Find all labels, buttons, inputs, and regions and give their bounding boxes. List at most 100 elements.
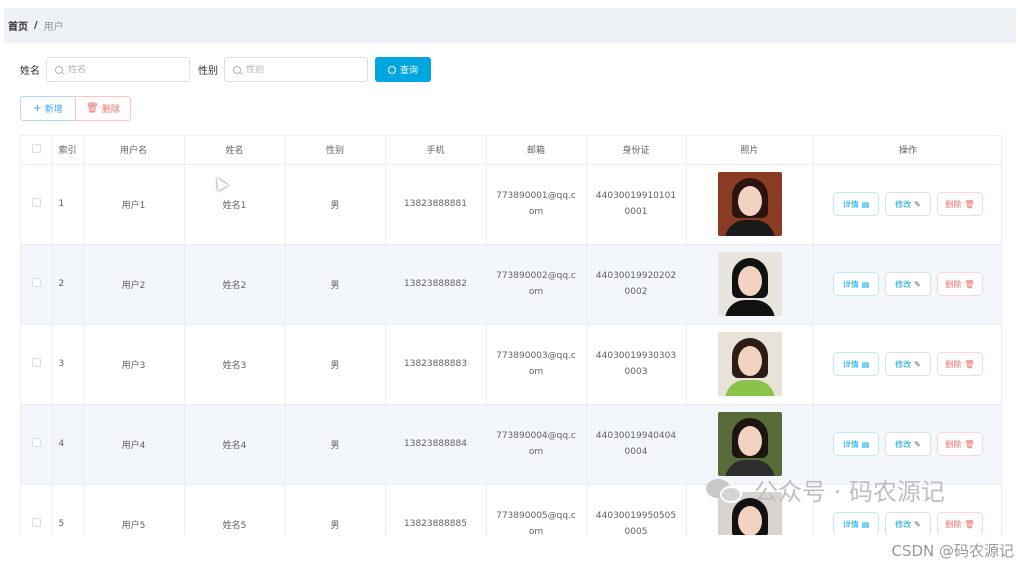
document-icon: ▤ (861, 519, 870, 529)
username-cell: 用户3 (83, 324, 185, 405)
table-row: 3 用户3 姓名3 男 13823888883 773890003@qq.com… (21, 324, 1001, 405)
table-row: 2 用户2 姓名2 男 13823888882 773890002@qq.com… (21, 244, 1001, 325)
query-button[interactable]: 查询 (375, 57, 431, 82)
select-all-cell (21, 136, 53, 165)
edit-label: 修改 (895, 359, 912, 369)
phone-cell: 13823888881 (385, 164, 487, 245)
delete-label: 删除 (945, 359, 962, 369)
detail-button[interactable]: 详情 ▤ (833, 512, 879, 535)
search-icon (55, 65, 63, 74)
gender-input[interactable] (246, 64, 356, 75)
detail-label: 详情 (842, 519, 859, 529)
document-icon: ▤ (861, 199, 870, 209)
detail-button[interactable]: 详情 ▤ (833, 432, 879, 456)
trash-icon: 🗑 (964, 199, 975, 209)
wechat-icon (706, 475, 746, 505)
user-photo (717, 172, 782, 236)
column-header: 姓名 (184, 136, 286, 165)
edit-icon: ✎ (914, 199, 921, 209)
document-icon: ▤ (861, 439, 870, 449)
detail-button[interactable]: 详情 ▤ (833, 192, 879, 216)
email-cell: 773890002@qq.com (496, 271, 576, 297)
edit-icon: ✎ (914, 359, 921, 369)
row-checkbox[interactable] (31, 518, 41, 527)
column-header: 操作 (813, 136, 1001, 165)
index-cell: 3 (52, 324, 84, 405)
index-cell: 4 (52, 404, 84, 485)
trash-icon: 🗑 (86, 103, 99, 114)
phone-cell: 13823888883 (385, 324, 487, 405)
detail-label: 详情 (842, 439, 859, 449)
column-header: 手机 (385, 136, 487, 165)
row-checkbox[interactable] (31, 198, 41, 207)
edit-button[interactable]: 修改 ✎ (885, 512, 931, 535)
batch-delete-label: 删除 (101, 105, 120, 115)
gender-search-field[interactable] (224, 57, 368, 82)
username-cell: 用户2 (83, 244, 185, 325)
delete-button[interactable]: 删除 🗑 (937, 512, 983, 535)
email-cell: 773890005@qq.com (496, 511, 576, 535)
name-cell: 姓名2 (184, 244, 286, 325)
detail-label: 详情 (842, 279, 859, 289)
search-icon (387, 65, 396, 74)
delete-button[interactable]: 删除 🗑 (937, 272, 983, 296)
index-cell: 2 (52, 244, 84, 325)
edit-button[interactable]: 修改 ✎ (885, 192, 931, 216)
edit-label: 修改 (895, 439, 912, 449)
search-form: 姓名 性别 查询 (20, 57, 431, 82)
name-label: 姓名 (20, 66, 40, 77)
name-search-field[interactable] (46, 57, 190, 82)
trash-icon: 🗑 (964, 279, 975, 289)
phone-cell: 13823888885 (385, 484, 487, 535)
query-button-label: 查询 (399, 66, 418, 76)
breadcrumb-current: 用户 (43, 22, 64, 33)
batch-delete-button[interactable]: 🗑 删除 (75, 96, 131, 121)
edit-button[interactable]: 修改 ✎ (885, 432, 931, 456)
plus-icon: + (33, 103, 42, 114)
select-all-checkbox[interactable] (31, 143, 41, 153)
username-cell: 用户1 (83, 164, 185, 245)
edit-button[interactable]: 修改 ✎ (885, 272, 931, 296)
row-checkbox[interactable] (31, 278, 41, 287)
row-checkbox[interactable] (31, 438, 41, 447)
name-input[interactable] (68, 64, 178, 75)
search-icon (233, 65, 241, 74)
idcard-cell: 440300199101010001 (595, 191, 677, 217)
edit-icon: ✎ (914, 439, 921, 449)
delete-button[interactable]: 删除 🗑 (937, 432, 983, 456)
name-cell: 姓名4 (184, 404, 286, 485)
breadcrumb-home[interactable]: 首页 (8, 18, 28, 33)
gender-label: 性别 (198, 66, 218, 77)
row-checkbox[interactable] (31, 358, 41, 367)
document-icon: ▤ (861, 279, 870, 289)
delete-label: 删除 (945, 439, 962, 449)
email-cell: 773890004@qq.com (496, 431, 576, 457)
index-cell: 1 (52, 164, 84, 245)
user-photo (717, 252, 782, 316)
toolbar: + 新增 🗑 删除 (20, 96, 131, 121)
username-cell: 用户4 (83, 404, 185, 485)
column-header: 照片 (686, 136, 814, 165)
idcard-cell: 440300199505050005 (595, 511, 677, 535)
email-cell: 773890001@qq.com (496, 191, 576, 217)
name-cell: 姓名5 (184, 484, 286, 535)
breadcrumb-separator: / (34, 20, 38, 31)
edit-button[interactable]: 修改 ✎ (885, 352, 931, 376)
gender-cell: 男 (285, 164, 386, 245)
delete-button[interactable]: 删除 🗑 (937, 352, 983, 376)
idcard-cell: 440300199404040004 (595, 431, 677, 457)
detail-label: 详情 (842, 359, 859, 369)
column-header: 性别 (285, 136, 386, 165)
edit-label: 修改 (895, 519, 912, 529)
delete-button[interactable]: 删除 🗑 (937, 192, 983, 216)
gender-cell: 男 (285, 404, 386, 485)
detail-button[interactable]: 详情 ▤ (833, 272, 879, 296)
add-button[interactable]: + 新增 (20, 96, 76, 121)
edit-icon: ✎ (914, 279, 921, 289)
detail-button[interactable]: 详情 ▤ (833, 352, 879, 376)
idcard-cell: 440300199303030003 (595, 351, 677, 377)
email-cell: 773890003@qq.com (496, 351, 576, 377)
column-header: 索引 (52, 136, 84, 165)
gender-cell: 男 (285, 484, 386, 535)
table-header: 索引 用户名 姓名 性别 手机 邮箱 身份证 照片 操作 (21, 136, 1001, 165)
